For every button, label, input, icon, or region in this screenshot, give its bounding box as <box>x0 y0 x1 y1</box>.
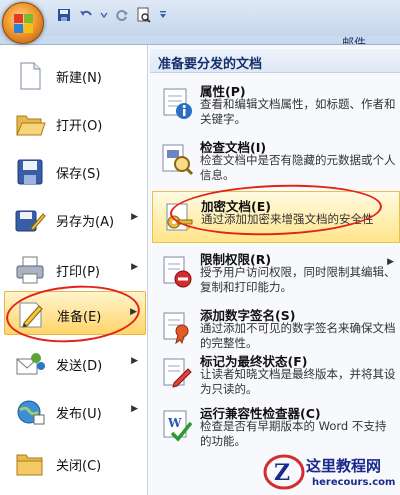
publish-icon <box>14 397 46 427</box>
menu-item-label: 发布(U) <box>56 407 102 422</box>
site-watermark: Z 这里教程网 herecours.com <box>262 450 400 495</box>
prepare-item-desc: 让读者知晓文档是最终版本，并将其设为只读的。 <box>200 367 396 396</box>
menu-item-close[interactable]: 关闭(C) <box>4 441 146 485</box>
prepare-item-properties[interactable]: 属性(P) 查看和编辑文档属性，如标题、作者和关键字。 <box>152 77 400 133</box>
redo-icon[interactable] <box>114 7 130 23</box>
menu-item-label: 新建(N) <box>56 71 102 86</box>
submenu-arrow-icon: ▶ <box>131 212 138 222</box>
prepare-item-desc: 查看和编辑文档属性，如标题、作者和关键字。 <box>200 97 396 126</box>
save-as-icon <box>14 205 46 235</box>
menu-item-label: 打开(O) <box>56 119 103 134</box>
inspect-document-icon <box>160 143 194 177</box>
menu-item-new[interactable]: 新建(N) <box>4 53 146 97</box>
watermark-logo-icon: Z <box>263 454 305 490</box>
prepare-item-restrict[interactable]: 限制权限(R) 授予用户访问权限，同时限制其编辑、复制和打印能力。 ▶ <box>152 245 400 301</box>
menu-item-label: 保存(S) <box>56 167 101 182</box>
submenu-arrow-icon: ▶ <box>387 257 394 267</box>
submenu-arrow-icon: ▶ <box>131 262 138 272</box>
mark-final-icon <box>160 357 194 391</box>
submenu-arrow-icon: ▶ <box>131 404 138 414</box>
prepare-item-mark-final[interactable]: 标记为最终状态(F) 让读者知晓文档是最终版本，并将其设为只读的。 <box>152 347 400 403</box>
submenu-title: 准备要分发的文档 <box>150 49 400 73</box>
menu-item-label: 关闭(C) <box>56 459 102 474</box>
compatibility-checker-icon: W <box>160 409 194 443</box>
prepare-item-compatibility[interactable]: W 运行兼容性检查器(C) 检查是否有早期版本的 Word 不支持的功能。 <box>152 399 400 455</box>
undo-icon[interactable] <box>78 7 94 23</box>
svg-text:Z: Z <box>274 460 290 486</box>
menu-item-save-as[interactable]: 另存为(A) ▶ <box>4 197 146 241</box>
customize-toolbar-icon[interactable] <box>158 7 168 23</box>
prepare-item-desc: 授予用户访问权限，同时限制其编辑、复制和打印能力。 <box>200 265 396 294</box>
menu-item-print[interactable]: 打印(P) ▶ <box>4 247 146 291</box>
chevron-down-icon[interactable] <box>100 7 108 23</box>
prepare-item-desc: 检查是否有早期版本的 Word 不支持的功能。 <box>200 419 387 448</box>
properties-icon <box>160 87 194 121</box>
print-preview-icon[interactable] <box>136 7 152 23</box>
prepare-item-inspect[interactable]: 检查文档(I) 检查文档中是否有隐藏的元数据或个人信息。 <box>152 133 400 189</box>
office-menu-commands: 新建(N) 打开(O) 保存(S) 另存为(A) ▶ 打印(P) ▶ 准备(E)… <box>0 45 148 495</box>
prepare-item-desc: 检查文档中是否有隐藏的元数据或个人信息。 <box>200 153 396 182</box>
watermark-url: herecours.com <box>312 477 396 488</box>
printer-icon <box>14 255 46 285</box>
menu-item-label: 发送(D) <box>56 359 103 374</box>
menu-item-save[interactable]: 保存(S) <box>4 149 146 193</box>
save-disk-icon <box>14 157 46 187</box>
open-folder-icon <box>14 109 46 139</box>
office-menu: 新建(N) 打开(O) 保存(S) 另存为(A) ▶ 打印(P) ▶ 准备(E)… <box>0 44 400 495</box>
menu-item-open[interactable]: 打开(O) <box>4 101 146 145</box>
quick-access-toolbar-strip <box>0 0 400 36</box>
digital-signature-icon <box>160 311 194 345</box>
svg-text:W: W <box>167 416 182 430</box>
restrict-permission-icon <box>160 255 194 289</box>
menu-item-publish[interactable]: 发布(U) ▶ <box>4 389 146 433</box>
send-icon <box>14 349 46 379</box>
quick-access-toolbar <box>56 5 168 25</box>
prepare-submenu: 准备要分发的文档 属性(P) 查看和编辑文档属性，如标题、作者和关键字。 检查文… <box>150 45 400 495</box>
close-folder-icon <box>14 449 46 479</box>
watermark-brand: 这里教程网 <box>306 457 382 475</box>
menu-item-label: 另存为(A) <box>56 215 115 230</box>
new-document-icon <box>14 61 46 91</box>
office-logo-icon <box>14 14 34 34</box>
submenu-arrow-icon: ▶ <box>131 356 138 366</box>
office-button[interactable] <box>2 2 44 44</box>
menu-item-label: 打印(P) <box>56 265 100 280</box>
menu-item-send[interactable]: 发送(D) ▶ <box>4 341 146 385</box>
save-icon[interactable] <box>56 7 72 23</box>
